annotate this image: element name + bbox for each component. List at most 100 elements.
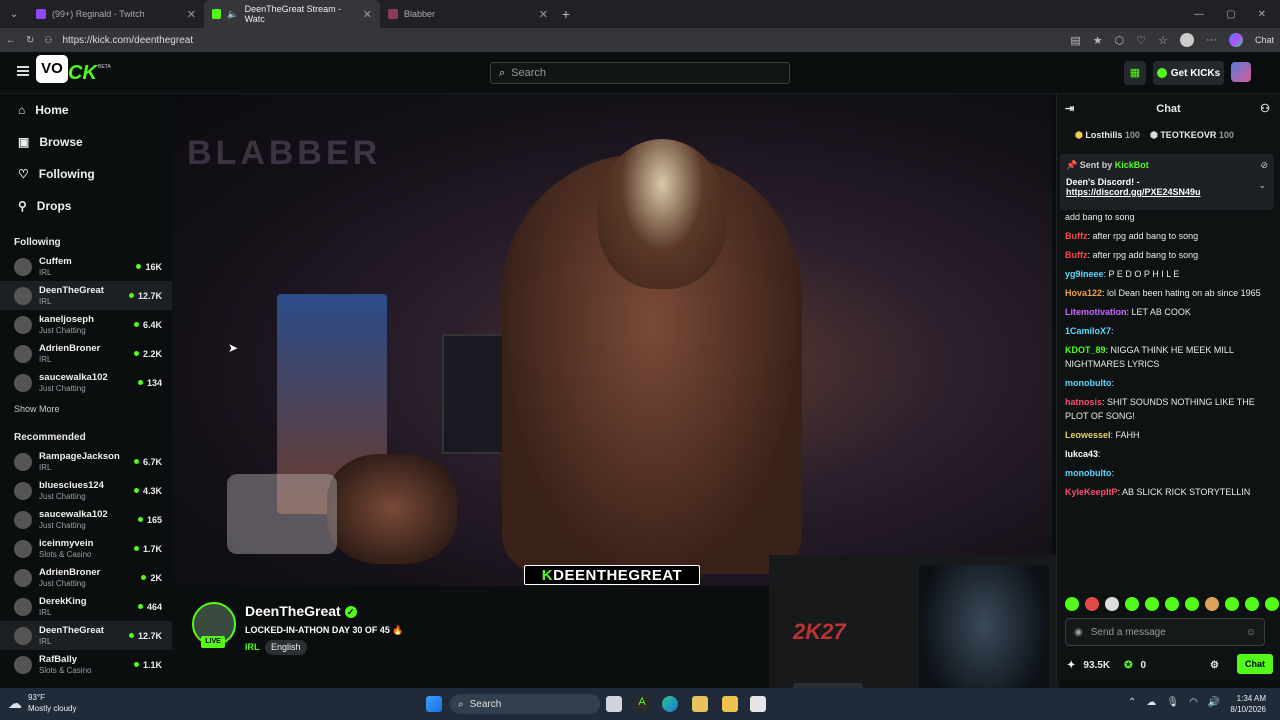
emote-icon[interactable]	[1145, 597, 1159, 611]
show-more-link[interactable]: Show More	[0, 397, 172, 421]
settings-gear-icon[interactable]: ⚙	[1210, 660, 1219, 671]
volume-icon[interactable]: 🔊	[1208, 697, 1220, 708]
maximize-icon[interactable]: ▢	[1226, 9, 1235, 20]
speaker-icon[interactable]: 🔈	[227, 9, 238, 20]
tab-blabber[interactable]: Blabber ✕	[380, 0, 556, 28]
tab-kick[interactable]: 🔈 DeenTheGreat Stream - Watc ✕	[204, 0, 380, 28]
emote-icon[interactable]	[1165, 597, 1179, 611]
sidebar-channel[interactable]: DerekKing IRL 464	[0, 592, 172, 621]
clock[interactable]: 1:34 AM 8/10/2026	[1230, 693, 1266, 715]
wifi-icon[interactable]: ◠	[1189, 697, 1198, 708]
chat-username[interactable]: hatnosis	[1065, 397, 1102, 407]
sidebar-channel[interactable]: DeenTheGreat IRL 12.7K	[0, 621, 172, 650]
chat-username[interactable]: monobulto	[1065, 378, 1112, 388]
emoji-icon[interactable]: ☺	[1246, 627, 1256, 638]
chat-username[interactable]: yg9ineee	[1065, 269, 1104, 279]
kicks-balance[interactable]: 93.5K	[1083, 660, 1110, 671]
kick-app-icon[interactable]: A	[634, 696, 650, 712]
back-icon[interactable]: ←	[6, 35, 16, 46]
chat-username[interactable]: 1CamiloX7	[1065, 326, 1111, 336]
sidebar-channel[interactable]: saucewalka102 Just Chatting 134	[0, 368, 172, 397]
sidebar-channel[interactable]: AdrienBroner Just Chatting 2K	[0, 563, 172, 592]
folder-icon[interactable]	[722, 696, 738, 712]
chat-users-icon[interactable]: ⚇	[1260, 102, 1270, 115]
taskbar-search[interactable]: ⌕ Search	[450, 694, 600, 714]
hamburger-menu-icon[interactable]	[17, 66, 29, 76]
chat-username[interactable]: Hova122	[1065, 288, 1102, 298]
pinned-link[interactable]: https://discord.gg/PXE24SN49u	[1066, 187, 1268, 197]
collapse-chat-icon[interactable]: ⇥	[1065, 102, 1074, 115]
kick-logo[interactable]: CK	[68, 62, 97, 85]
video-player[interactable]: BLABBER ➤	[172, 94, 1052, 586]
points-balance[interactable]: 0	[1140, 660, 1146, 671]
emote-icon[interactable]	[1085, 597, 1099, 611]
refresh-icon[interactable]: ↻	[26, 35, 34, 46]
pinned-message[interactable]: 📌 Sent by KickBot ⊘ Deen's Discord! - htt…	[1060, 154, 1274, 210]
chat-username[interactable]: Buffz	[1065, 231, 1088, 241]
user-avatar[interactable]	[1231, 62, 1251, 82]
task-view-icon[interactable]	[606, 696, 622, 712]
favorites-icon[interactable]: ☆	[1158, 34, 1168, 47]
chat-input[interactable]: ◉ Send a message ☺	[1065, 618, 1265, 646]
sidebar-channel[interactable]: Cuffem IRL 16K	[0, 252, 172, 281]
emote-icon[interactable]	[1245, 597, 1259, 611]
vod-logo[interactable]: VO	[36, 55, 68, 83]
sidebar-channel[interactable]: bluesclues124 Just Chatting 4.3K	[0, 476, 172, 505]
site-info-icon[interactable]: ⚇	[44, 35, 52, 46]
close-window-icon[interactable]: ✕	[1258, 9, 1266, 20]
sidebar-channel[interactable]: RafBally Slots & Casino 1.1K	[0, 650, 172, 679]
chat-username[interactable]: monobulto	[1065, 468, 1112, 478]
tab-twitch[interactable]: (99+) Reginald - Twitch ✕	[28, 0, 204, 28]
more-icon[interactable]: ···	[1206, 34, 1217, 46]
search-input[interactable]: ⌕ Search	[490, 62, 790, 84]
sidebar-channel[interactable]: RampageJackson IRL 6.7K	[0, 447, 172, 476]
windows-start-icon[interactable]	[426, 696, 442, 712]
send-chat-button[interactable]: Chat	[1237, 654, 1273, 674]
nav-drops[interactable]: ⚲ Drops	[0, 190, 172, 222]
chat-username[interactable]: lukca43	[1065, 449, 1098, 459]
chat-username[interactable]: KDOT_89	[1065, 345, 1106, 355]
chat-username[interactable]: Leowessel	[1065, 430, 1111, 440]
weather-widget[interactable]: ☁ 93°F Mostly cloudy	[8, 692, 76, 714]
emote-icon[interactable]	[1105, 597, 1119, 611]
emote-icon[interactable]	[1265, 597, 1279, 611]
sidebar-channel[interactable]: kaneljoseph Just Chatting 6.4K	[0, 310, 172, 339]
browser-essentials-icon[interactable]: ♡	[1136, 34, 1146, 47]
unpin-icon[interactable]: ⊘	[1260, 160, 1268, 171]
minimize-icon[interactable]: —	[1194, 9, 1204, 20]
emote-icon[interactable]	[1125, 597, 1139, 611]
copilot-chat-label[interactable]: Chat	[1255, 35, 1274, 45]
files-icon[interactable]	[692, 696, 708, 712]
emote-icon[interactable]	[1185, 597, 1199, 611]
sidebar-channel[interactable]: AdrienBroner IRL 2.2K	[0, 339, 172, 368]
close-icon[interactable]: ✕	[187, 8, 196, 21]
sidebar-channel[interactable]: iceinmyvein Slots & Casino 1.7K	[0, 534, 172, 563]
chat-settings-icon[interactable]: ◉	[1074, 627, 1083, 638]
close-icon[interactable]: ✕	[363, 8, 372, 21]
url-field[interactable]: https://kick.com/deenthegreat	[62, 35, 193, 46]
store-app-icon[interactable]	[750, 696, 766, 712]
close-icon[interactable]: ✕	[539, 8, 548, 21]
tab-menu-icon[interactable]: ⌄	[0, 9, 28, 20]
language-tag[interactable]: English	[265, 640, 307, 655]
new-tab-icon[interactable]: +	[556, 6, 576, 22]
nav-following[interactable]: ♡ Following	[0, 158, 172, 190]
streamer-name[interactable]: DeenTheGreat ✓	[245, 603, 357, 619]
profile-avatar[interactable]	[1179, 33, 1194, 47]
store-icon[interactable]: ▦	[1124, 61, 1146, 85]
leaderboard-entry[interactable]: ⬢ TEOTKEOVR 100	[1150, 130, 1234, 141]
stream-category[interactable]: IRL	[245, 642, 260, 652]
cloud-sync-icon[interactable]: ☁	[1146, 697, 1156, 708]
sidebar-channel[interactable]: saucewalka102 Just Chatting 165	[0, 505, 172, 534]
get-kicks-button[interactable]: Get KICKs	[1153, 61, 1224, 85]
edge-icon[interactable]	[662, 696, 678, 712]
emote-icon[interactable]	[1205, 597, 1219, 611]
nav-browse[interactable]: ▣ Browse	[0, 126, 172, 158]
reading-view-icon[interactable]: ▤	[1070, 34, 1080, 47]
leaderboard-entry[interactable]: ⬢ Losthills 100	[1075, 130, 1140, 141]
copilot-icon[interactable]	[1228, 33, 1243, 47]
extensions-icon[interactable]: ⬡	[1115, 34, 1125, 47]
emote-icon[interactable]	[1065, 597, 1079, 611]
chat-username[interactable]: Buffz	[1065, 250, 1088, 260]
sidebar-channel[interactable]: DeenTheGreat IRL 12.7K	[0, 281, 172, 310]
